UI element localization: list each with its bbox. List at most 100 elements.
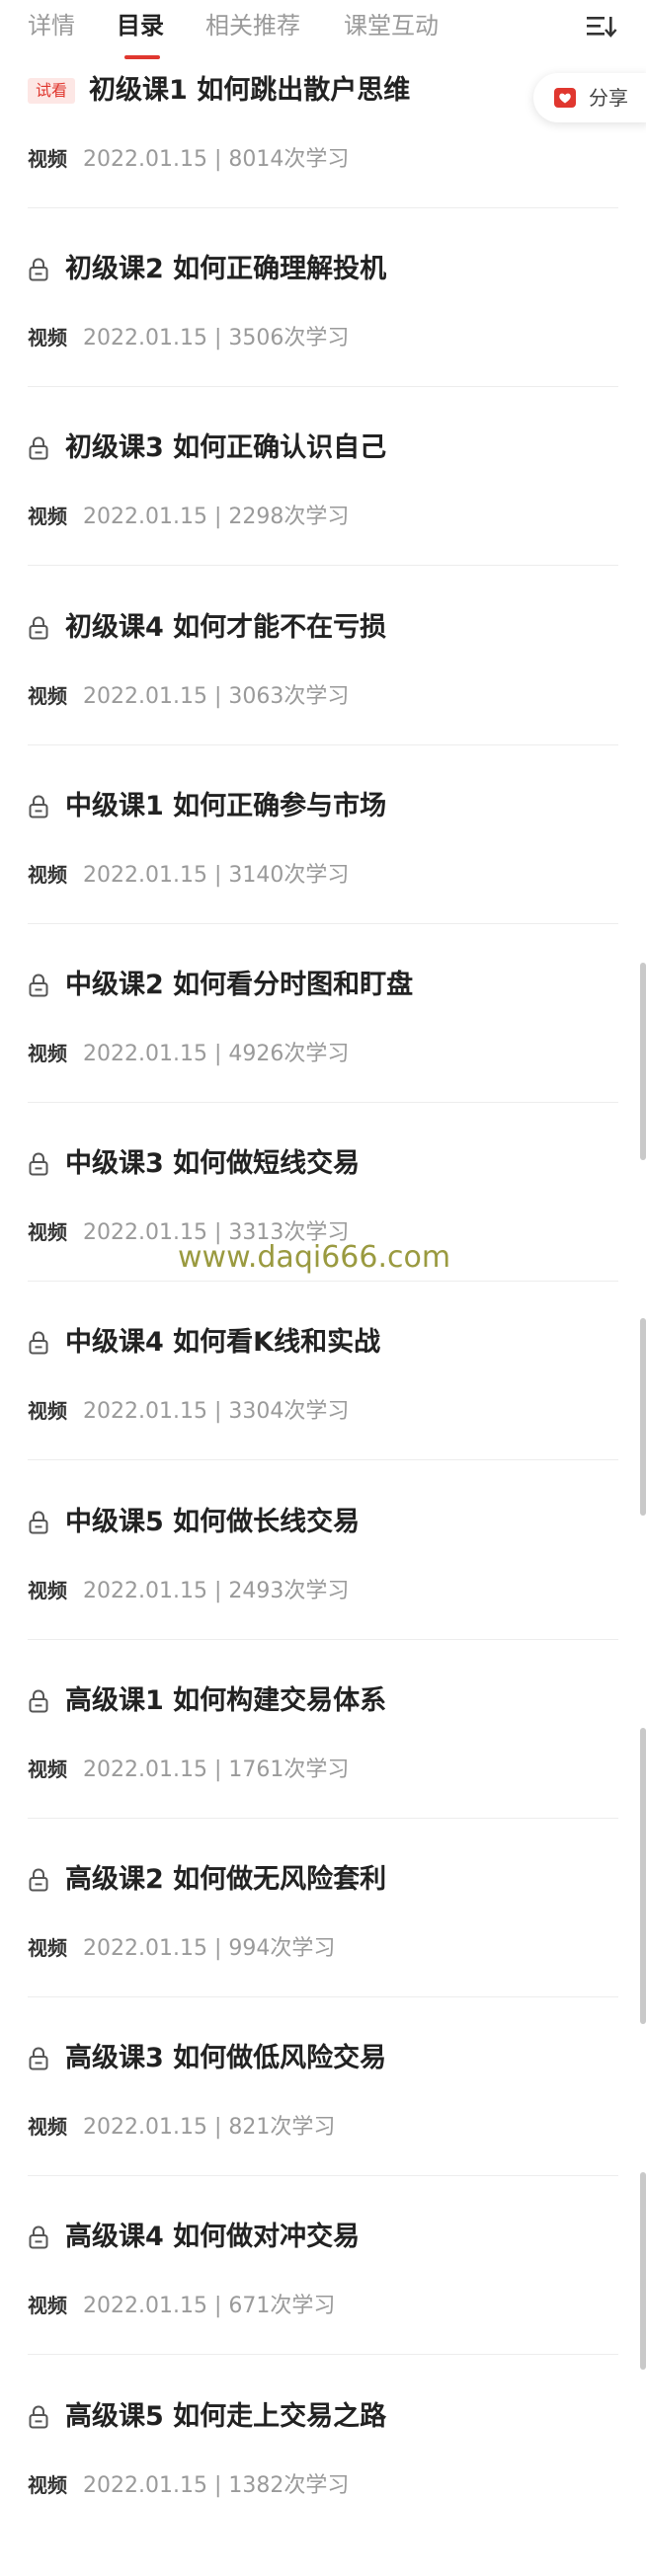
lesson-item[interactable]: 初级课4 如何才能不在亏损视频 2022.01.15 | 3063次学习	[0, 608, 646, 787]
share-label: 分享	[589, 86, 628, 110]
lesson-title[interactable]: 初级课1 如何跳出散户思维	[89, 71, 410, 111]
lesson-meta-row: 视频 2022.01.15 | 8014次学习	[28, 140, 349, 174]
lock-icon	[29, 1868, 48, 1892]
lock-icon	[29, 1331, 48, 1355]
lock-icon	[29, 974, 48, 997]
scroll-indicator[interactable]	[640, 1728, 646, 2024]
share-heart-icon	[554, 88, 576, 108]
tab-catalog[interactable]: 目录	[117, 10, 164, 41]
lesson-meta-row: 视频 2022.01.15 | 3140次学习	[28, 856, 349, 890]
scroll-indicator[interactable]	[640, 2172, 646, 2370]
lesson-divider	[28, 2354, 618, 2355]
tab-details[interactable]: 详情	[28, 10, 75, 41]
lock-icon	[29, 1152, 48, 1176]
lesson-title[interactable]: 高级课5 如何走上交易之路	[65, 2397, 386, 2437]
lock-icon	[29, 258, 48, 281]
lesson-date-views: 2022.01.15 | 2298次学习	[83, 505, 350, 529]
lesson-title[interactable]: 中级课5 如何做长线交易	[65, 1503, 360, 1542]
lesson-meta-row: 视频 2022.01.15 | 3063次学习	[28, 677, 349, 711]
lesson-item[interactable]: 高级课1 如何构建交易体系 视频 2022.01.15 | 1761次学习	[0, 1681, 646, 1860]
lesson-date-views: 2022.01.15 | 821次学习	[83, 2115, 336, 2140]
lesson-divider	[28, 1102, 618, 1103]
lesson-title-row: 高级课1 如何构建交易体系	[28, 1681, 386, 1721]
lesson-title[interactable]: 初级课2 如何正确理解投机	[65, 250, 386, 289]
lesson-title-row: 初级课2 如何正确理解投机	[28, 250, 386, 289]
lesson-title[interactable]: 中级课1 如何正确参与市场	[65, 787, 386, 826]
lesson-date-views: 2022.01.15 | 3304次学习	[83, 1399, 350, 1424]
lesson-date-views: 2022.01.15 | 3140次学习	[83, 863, 350, 888]
lesson-item[interactable]: 中级课2 如何看分时图和盯盘视频 2022.01.15 | 4926次学习	[0, 966, 646, 1144]
menu-button[interactable]	[585, 12, 620, 41]
lesson-divider	[28, 1996, 618, 1997]
tab-active-indicator	[124, 55, 160, 59]
lesson-divider	[28, 2175, 618, 2176]
lesson-title-row: 高级课4 如何做对冲交易	[28, 2218, 360, 2257]
lesson-type-label: 视频	[28, 683, 67, 708]
lesson-date-views: 2022.01.15 | 3506次学习	[83, 326, 350, 351]
lesson-item[interactable]: 高级课5 如何走上交易之路视频 2022.01.15 | 1382次学习	[0, 2397, 646, 2576]
lesson-item[interactable]: 中级课5 如何做长线交易 视频 2022.01.15 | 2493次学习	[0, 1503, 646, 1681]
lesson-divider	[28, 207, 618, 208]
lesson-type-label: 视频	[28, 325, 67, 350]
lock-icon	[29, 795, 48, 819]
trial-badge: 试看	[28, 78, 76, 104]
lesson-meta-row: 视频 2022.01.15 | 1382次学习	[28, 2466, 349, 2500]
lesson-divider	[28, 1818, 618, 1819]
lesson-date-views: 2022.01.15 | 4926次学习	[83, 1042, 350, 1066]
lesson-type-label: 视频	[28, 1578, 67, 1602]
lock-icon	[29, 2225, 48, 2249]
lesson-meta-row: 视频 2022.01.15 | 2298次学习	[28, 498, 349, 531]
lesson-type-label: 视频	[28, 1219, 67, 1244]
lesson-date-views: 2022.01.15 | 8014次学习	[83, 147, 350, 172]
lesson-title[interactable]: 初级课4 如何才能不在亏损	[65, 608, 386, 648]
lesson-title[interactable]: 高级课4 如何做对冲交易	[65, 2218, 360, 2257]
lesson-title[interactable]: 中级课4 如何看K线和实战	[65, 1323, 380, 1363]
lesson-item[interactable]: 高级课3 如何做低风险交易视频 2022.01.15 | 821次学习	[0, 2039, 646, 2218]
tab-recommended[interactable]: 相关推荐	[205, 10, 300, 41]
lock-icon	[29, 1689, 48, 1713]
lesson-type-label: 视频	[28, 2114, 67, 2139]
lesson-item[interactable]: 高级课4 如何做对冲交易 视频 2022.01.15 | 671次学习	[0, 2218, 646, 2396]
lesson-divider	[28, 1281, 618, 1282]
lesson-meta-row: 视频 2022.01.15 | 4926次学习	[28, 1035, 349, 1068]
lock-icon	[29, 616, 48, 640]
share-button[interactable]: 分享	[533, 73, 646, 122]
lesson-title[interactable]: 初级课3 如何正确认识自己	[65, 429, 386, 468]
lesson-item[interactable]: 初级课2 如何正确理解投机视频 2022.01.15 | 3506次学习	[0, 250, 646, 429]
tab-bar: 详情 目录 相关推荐 课堂互动	[0, 0, 646, 61]
lesson-type-label: 视频	[28, 1041, 67, 1065]
lesson-date-views: 2022.01.15 | 3063次学习	[83, 684, 350, 709]
lesson-title[interactable]: 高级课1 如何构建交易体系	[65, 1681, 386, 1721]
lesson-title-row: 初级课3 如何正确认识自己	[28, 429, 386, 468]
lesson-type-label: 视频	[28, 1935, 67, 1960]
lesson-divider	[28, 744, 618, 745]
scroll-indicator[interactable]	[640, 963, 646, 1160]
lesson-type-label: 视频	[28, 1756, 67, 1781]
lock-icon	[29, 1511, 48, 1534]
lock-icon	[29, 436, 48, 460]
lesson-title[interactable]: 中级课2 如何看分时图和盯盘	[65, 966, 413, 1005]
lesson-title-row: 中级课2 如何看分时图和盯盘	[28, 966, 413, 1005]
scroll-indicator[interactable]	[640, 1318, 646, 1516]
list-sort-icon	[587, 17, 617, 38]
lesson-title-row: 高级课3 如何做低风险交易	[28, 2039, 386, 2078]
lesson-type-label: 视频	[28, 504, 67, 528]
lesson-divider	[28, 565, 618, 566]
lesson-title[interactable]: 高级课2 如何做无风险套利	[65, 1860, 386, 1900]
lesson-title[interactable]: 中级课3 如何做短线交易	[65, 1144, 360, 1184]
lesson-title-row: 中级课1 如何正确参与市场	[28, 787, 386, 826]
lesson-title[interactable]: 高级课3 如何做低风险交易	[65, 2039, 386, 2078]
lesson-item[interactable]: 中级课3 如何做短线交易 视频 2022.01.15 | 3313次学习	[0, 1144, 646, 1323]
lesson-title-row: 中级课5 如何做长线交易	[28, 1503, 360, 1542]
lesson-item[interactable]: 中级课1 如何正确参与市场视频 2022.01.15 | 3140次学习	[0, 787, 646, 966]
lesson-item[interactable]: 高级课2 如何做无风险套利视频 2022.01.15 | 994次学习	[0, 1860, 646, 2039]
lesson-meta-row: 视频 2022.01.15 | 821次学习	[28, 2108, 335, 2142]
lesson-date-views: 2022.01.15 | 1382次学习	[83, 2473, 350, 2498]
lesson-date-views: 2022.01.15 | 994次学习	[83, 1936, 336, 1961]
lesson-divider	[28, 1639, 618, 1640]
lesson-divider	[28, 1459, 618, 1460]
tab-interaction[interactable]: 课堂互动	[344, 10, 439, 41]
lesson-item[interactable]: 初级课3 如何正确认识自己视频 2022.01.15 | 2298次学习	[0, 429, 646, 607]
lesson-type-label: 视频	[28, 862, 67, 887]
lesson-item[interactable]: 中级课4 如何看K线和实战 视频 2022.01.15 | 3304次学习	[0, 1323, 646, 1502]
